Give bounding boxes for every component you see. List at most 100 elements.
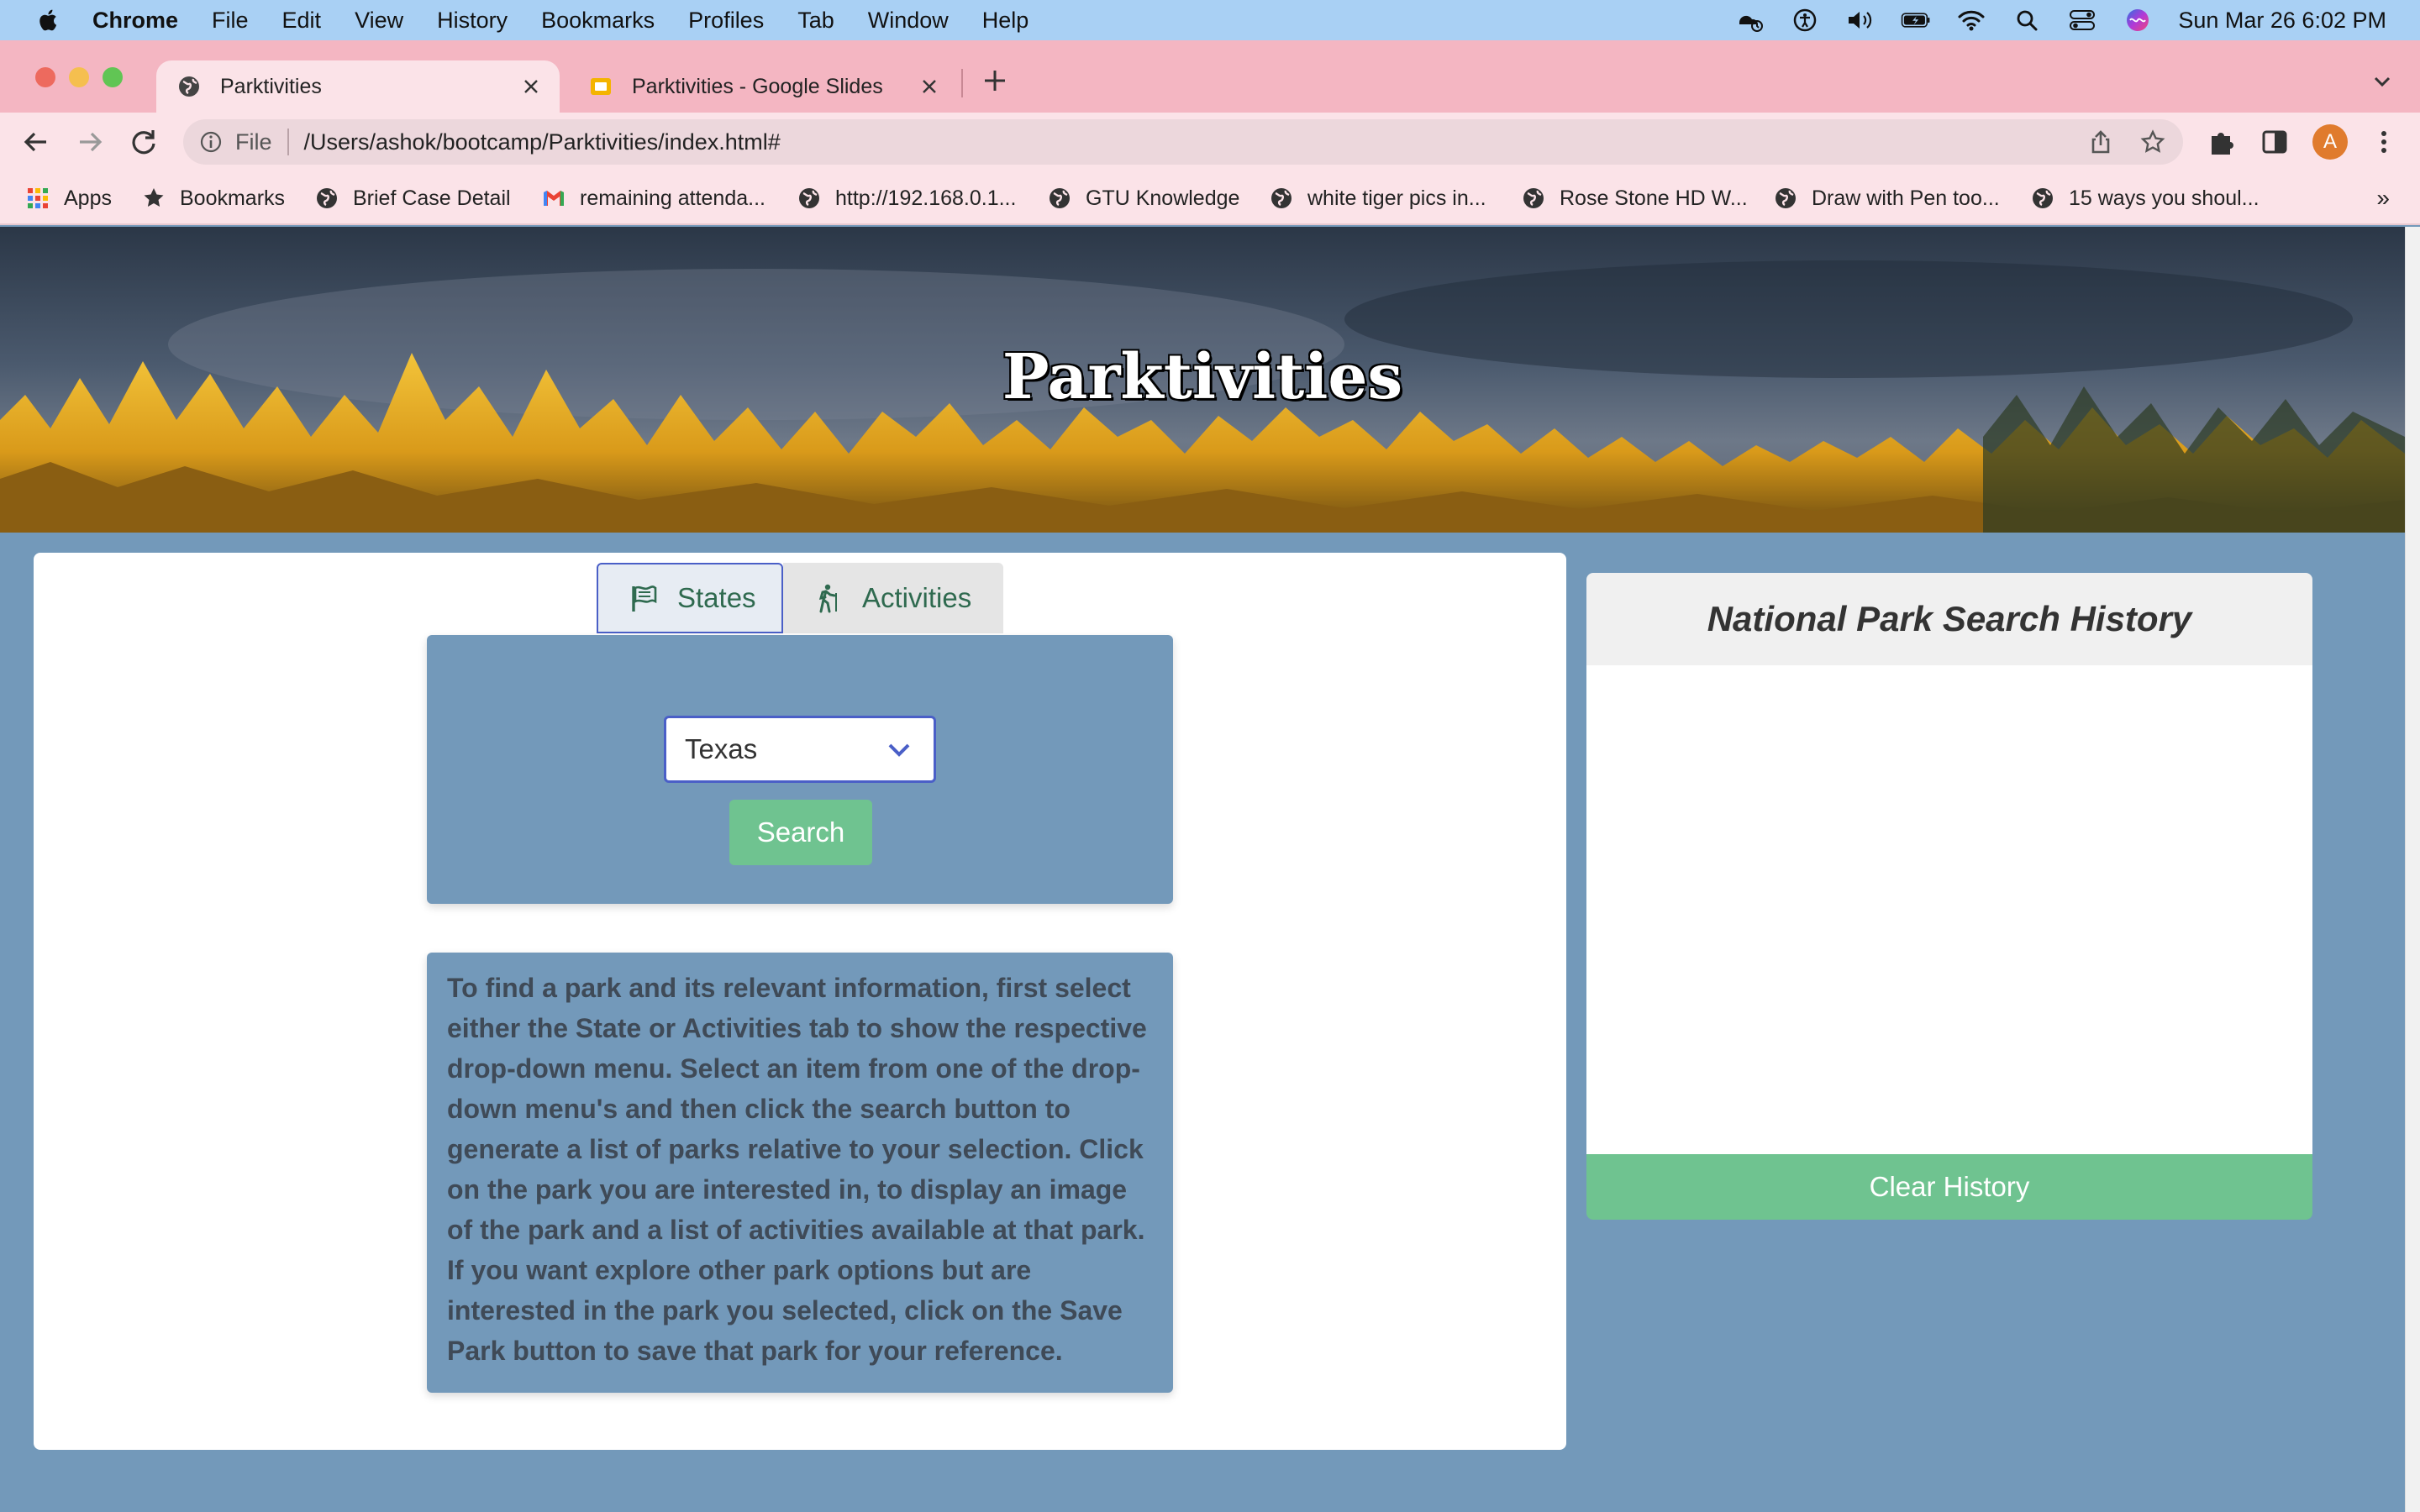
- menu-window[interactable]: Window: [868, 8, 949, 34]
- flag-icon: [632, 585, 657, 612]
- chevron-down-icon: [888, 743, 910, 757]
- tab-activities[interactable]: Activities: [783, 563, 1003, 633]
- bookmark-bookmarks[interactable]: Bookmarks: [141, 183, 285, 213]
- wifi-icon[interactable]: [1956, 8, 1986, 33]
- bookmark-label: Rose Stone HD W...: [1560, 186, 1748, 210]
- site-info-icon[interactable]: [198, 129, 224, 155]
- menu-help[interactable]: Help: [982, 8, 1029, 34]
- instructions-text: To find a park and its relevant informat…: [447, 973, 1147, 1366]
- tab-states[interactable]: States: [597, 563, 783, 633]
- reload-icon[interactable]: [128, 126, 160, 158]
- globe-icon: [1050, 188, 1070, 208]
- browser-tab-strip: Parktivities Parktivities - Google Slide…: [0, 40, 2420, 113]
- globe-icon: [1523, 188, 1544, 208]
- tab-search-chevron-down-icon[interactable]: [2370, 69, 2395, 94]
- apple-logo-icon[interactable]: [35, 7, 62, 34]
- menu-tab[interactable]: Tab: [797, 8, 834, 34]
- page-title: Parktivities: [1002, 341, 1403, 413]
- menu-file[interactable]: File: [212, 8, 249, 34]
- bookmark-label: http://192.168.0.1...: [835, 186, 1017, 210]
- bookmark-router-ip[interactable]: http://192.168.0.1...: [797, 183, 1016, 213]
- menu-bookmarks[interactable]: Bookmarks: [541, 8, 655, 34]
- menu-app-name[interactable]: Chrome: [92, 8, 178, 34]
- bookmark-label: Bookmarks: [180, 186, 286, 210]
- apps-grid-icon: [28, 188, 48, 208]
- tab-google-slides[interactable]: Parktivities - Google Slides: [568, 60, 958, 113]
- state-search-form: Texas Search: [427, 635, 1173, 904]
- window-close-button[interactable]: [35, 67, 55, 87]
- url-separator: [287, 129, 289, 155]
- bookmark-brief-case-detail[interactable]: Brief Case Detail: [314, 183, 511, 213]
- control-center-icon[interactable]: [2067, 8, 2097, 33]
- time-machine-icon[interactable]: [1734, 8, 1765, 33]
- globe-icon: [317, 188, 337, 208]
- state-select-value: Texas: [685, 733, 758, 764]
- share-icon[interactable]: [2087, 129, 2114, 155]
- url-text[interactable]: /Users/ashok/bootcamp/Parktivities/index…: [304, 129, 781, 155]
- window-minimize-button[interactable]: [69, 67, 89, 87]
- bookmark-remaining-attendance[interactable]: remaining attenda...: [541, 183, 765, 213]
- close-tab-icon[interactable]: [919, 76, 939, 97]
- tab-states-label: States: [677, 582, 756, 613]
- tab-activities-label: Activities: [862, 582, 972, 613]
- new-tab-plus-icon[interactable]: [980, 66, 1010, 96]
- tab-parktivities[interactable]: Parktivities: [156, 60, 560, 113]
- bookmark-white-tiger-pics[interactable]: white tiger pics in...: [1269, 183, 1486, 213]
- battery-icon[interactable]: [1901, 8, 1931, 33]
- tab-divider: [961, 69, 963, 97]
- menu-profiles[interactable]: Profiles: [688, 8, 764, 34]
- google-slides-icon: [591, 78, 611, 95]
- state-select-dropdown[interactable]: Texas: [664, 716, 936, 783]
- close-tab-icon[interactable]: [521, 76, 541, 97]
- star-icon: [144, 188, 164, 207]
- bookmark-label: white tiger pics in...: [1307, 186, 1486, 210]
- globe-icon: [799, 188, 819, 208]
- siri-icon[interactable]: [2123, 8, 2153, 33]
- menu-view[interactable]: View: [355, 8, 403, 34]
- url-scheme-label: File: [235, 129, 272, 155]
- search-panel: States Activities Texas Search To find a…: [34, 553, 1566, 1450]
- hiking-person-icon: [818, 584, 837, 613]
- gmail-icon: [544, 191, 564, 206]
- instructions-box: To find a park and its relevant informat…: [427, 953, 1173, 1393]
- bookmark-apps[interactable]: Apps: [25, 183, 112, 213]
- menubar-clock[interactable]: Sun Mar 26 6:02 PM: [2178, 8, 2386, 34]
- globe-icon: [1776, 188, 1796, 208]
- tab-title: Parktivities - Google Slides: [632, 74, 883, 98]
- extensions-puzzle-icon[interactable]: [2205, 126, 2237, 158]
- back-arrow-icon[interactable]: [20, 126, 52, 158]
- bookmark-star-icon[interactable]: [2139, 129, 2166, 155]
- clear-history-button[interactable]: Clear History: [1586, 1154, 2312, 1220]
- bookmark-label: Draw with Pen too...: [1812, 186, 2000, 210]
- search-history-list: [1586, 665, 2312, 1154]
- search-history-title: National Park Search History: [1586, 573, 2312, 665]
- web-page: Parktivities States Activities Texas Sea…: [0, 227, 2420, 1512]
- bookmarks-bar: Apps Bookmarks Brief Case Detail remaini…: [0, 171, 2420, 225]
- forward-arrow-icon[interactable]: [74, 126, 106, 158]
- bookmark-label: 15 ways you shoul...: [2069, 186, 2260, 210]
- address-bar[interactable]: File /Users/ashok/bootcamp/Parktivities/…: [183, 119, 2183, 165]
- bookmark-rose-stone[interactable]: Rose Stone HD W...: [1521, 183, 1748, 213]
- spotlight-search-icon[interactable]: [2012, 8, 2042, 33]
- browser-toolbar: File /Users/ashok/bootcamp/Parktivities/…: [0, 113, 2420, 171]
- menubar-status-area: Sun Mar 26 6:02 PM: [1709, 0, 2386, 40]
- accessibility-icon[interactable]: [1790, 8, 1820, 33]
- side-panel-icon[interactable]: [2259, 126, 2291, 158]
- macos-menu-bar: Chrome File Edit View History Bookmarks …: [0, 0, 2420, 40]
- bookmark-draw-with-pen[interactable]: Draw with Pen too...: [1773, 183, 2000, 213]
- window-zoom-button[interactable]: [103, 67, 123, 87]
- menu-history[interactable]: History: [437, 8, 508, 34]
- volume-icon[interactable]: [1845, 8, 1876, 33]
- menu-edit[interactable]: Edit: [282, 8, 322, 34]
- bookmarks-overflow-chevron-icon[interactable]: »: [2376, 185, 2390, 212]
- bookmark-label: GTU Knowledge: [1086, 186, 1240, 210]
- bookmark-gtu-knowledge[interactable]: GTU Knowledge: [1047, 183, 1239, 213]
- more-vertical-icon[interactable]: [2368, 126, 2400, 158]
- bookmark-15-ways[interactable]: 15 ways you shoul...: [2030, 183, 2260, 213]
- bookmark-label: Apps: [64, 186, 112, 210]
- page-scrollbar[interactable]: [2405, 227, 2420, 1512]
- globe-icon: [1271, 188, 1292, 208]
- search-button[interactable]: Search: [729, 800, 872, 865]
- bookmark-label: remaining attenda...: [580, 186, 765, 210]
- profile-avatar[interactable]: A: [2312, 124, 2348, 160]
